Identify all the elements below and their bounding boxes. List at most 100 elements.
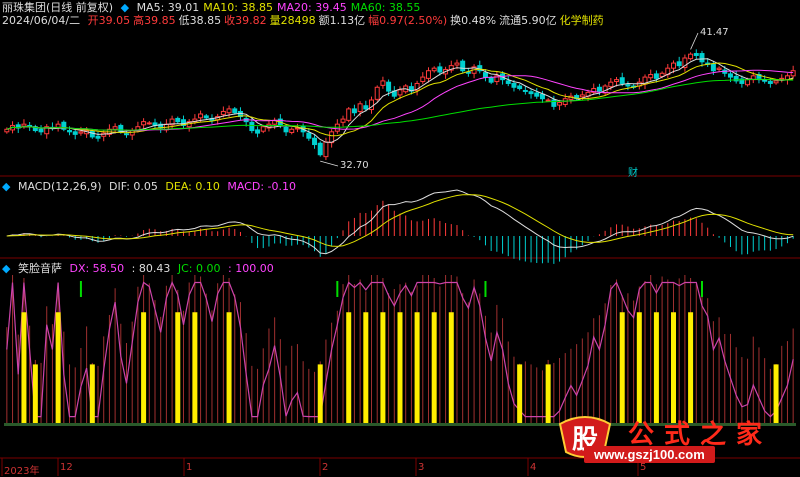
- macd-settings-icon[interactable]: ◆: [2, 180, 10, 193]
- candle-body-30: [175, 117, 181, 123]
- candle-body-50: [289, 128, 295, 133]
- signal-bar-95: [545, 364, 551, 424]
- signal-bar-30: [175, 312, 181, 424]
- indicator-title: 笑脸音萨: [17, 262, 62, 275]
- candle-body-90: [517, 85, 523, 90]
- indicator-dx: DX: 58.50: [69, 262, 125, 275]
- signal-bar-114: [653, 312, 659, 424]
- candle-body-117: [671, 62, 676, 69]
- x-tick-5: 4: [530, 462, 537, 473]
- candle-body-130: [745, 79, 751, 86]
- candle-body-21: [124, 133, 129, 136]
- indicator-settings-icon[interactable]: ◆: [2, 262, 10, 275]
- candle-body-38: [220, 110, 226, 116]
- candle-body-61: [351, 108, 357, 114]
- candle-body-94: [539, 93, 545, 100]
- quote-field-6: 幅0.97(2.50%): [368, 14, 448, 27]
- signal-bar-3: [21, 312, 27, 424]
- candle-body-0: [4, 128, 10, 133]
- candle-body-89: [511, 82, 517, 88]
- signal-bar-120: [688, 312, 694, 424]
- candle-body-106: [608, 81, 614, 88]
- candle-body-121: [693, 53, 699, 56]
- signal-bar-9: [55, 312, 61, 424]
- macd-dea: DEA: 0.10: [165, 180, 220, 193]
- candle-body-101: [579, 94, 585, 98]
- candle-body-134: [767, 81, 773, 84]
- quote-field-5: 额1.13亿: [318, 14, 366, 27]
- signal-bar-15: [89, 364, 95, 424]
- signal-bar-90: [517, 364, 523, 424]
- watermark: 股 公式之家 www.gszj100.com: [556, 412, 794, 472]
- signal-bar-117: [670, 312, 676, 424]
- x-tick-3: 2: [322, 462, 329, 473]
- candle-body-125: [716, 67, 722, 70]
- signal-bar-33: [192, 312, 198, 424]
- candle-body-79: [454, 62, 460, 66]
- candle-body-127: [727, 73, 733, 78]
- macd-dif: DIF: 0.05: [109, 180, 158, 193]
- candle-body-76: [437, 66, 443, 73]
- macd-value: MACD: -0.10: [227, 180, 296, 193]
- candle-body-53: [306, 132, 312, 139]
- indicator-header: ◆ 笑脸音萨 DX: 58.50 : 80.43 JC: 0.00 : 100.…: [2, 262, 278, 275]
- candle-body-45: [260, 126, 266, 132]
- chart-stage: 丽珠集团(日线 前复权) ◆ MA5: 39.01 MA10: 38.85 MA20…: [0, 0, 800, 477]
- ma-label-2: MA20: 39.45: [277, 1, 347, 14]
- candle-body-108: [619, 77, 625, 84]
- candle-body-43: [249, 121, 255, 132]
- candle-body-56: [323, 141, 329, 158]
- low-leader: [320, 160, 339, 167]
- candle-body-114: [653, 73, 659, 79]
- candle-body-67: [386, 81, 392, 92]
- signal-bar-69: [397, 312, 403, 424]
- candle-body-13: [78, 131, 84, 134]
- candle-body-97: [557, 102, 563, 106]
- candle-body-124: [710, 63, 716, 72]
- signal-bar-63: [363, 312, 369, 424]
- high-label: 41.47: [700, 27, 729, 38]
- site-url[interactable]: www.gszj100.com: [584, 446, 715, 463]
- settings-icon[interactable]: ◆: [121, 1, 129, 14]
- candle-body-84: [482, 72, 488, 78]
- indicator-v2: : 80.43: [131, 262, 171, 275]
- candle-body-49: [283, 126, 289, 133]
- signal-bar-60: [346, 312, 352, 424]
- signal-bar-24: [141, 312, 147, 424]
- quote-field-4: 量28498: [269, 14, 316, 27]
- candle-body-66: [380, 80, 386, 86]
- candle-body-59: [340, 118, 346, 123]
- candle-body-39: [226, 108, 232, 114]
- candle-body-92: [528, 91, 534, 95]
- candle-body-55: [317, 142, 323, 156]
- macd-title: MACD(12,26,9): [17, 180, 102, 193]
- ma-label-0: MA5: 39.01: [136, 1, 200, 14]
- chart-svg: [0, 32, 800, 476]
- candle-body-75: [431, 67, 437, 72]
- indicator-v3: : 100.00: [228, 262, 274, 275]
- candle-body-12: [72, 131, 78, 135]
- signal-bar-111: [636, 312, 642, 424]
- ma20-line: [6, 69, 794, 132]
- candle-body-73: [420, 76, 426, 83]
- ma10-line: [6, 62, 794, 137]
- candle-body-65: [374, 86, 380, 100]
- candle-body-3: [21, 123, 27, 127]
- signal-bar-108: [619, 312, 625, 424]
- finance-marker[interactable]: 财: [628, 164, 638, 179]
- macd-header: ◆ MACD(12,26,9) DIF: 0.05 DEA: 0.10 MACD…: [2, 180, 300, 193]
- candle-body-104: [596, 86, 602, 92]
- candle-body-74: [425, 70, 431, 79]
- candle-body-122: [699, 53, 705, 63]
- candle-body-54: [312, 137, 318, 146]
- signal-bar-5: [32, 364, 38, 424]
- signal-bar-75: [431, 312, 437, 424]
- candle-body-120: [688, 53, 694, 60]
- quote-date: 2024/06/04/二: [2, 14, 81, 27]
- signal-bar-39: [226, 312, 232, 424]
- candle-body-109: [625, 84, 631, 87]
- x-tick-1: 12: [60, 462, 73, 473]
- candle-body-63: [363, 105, 369, 110]
- candle-body-118: [676, 61, 682, 67]
- signal-bar-78: [448, 312, 454, 424]
